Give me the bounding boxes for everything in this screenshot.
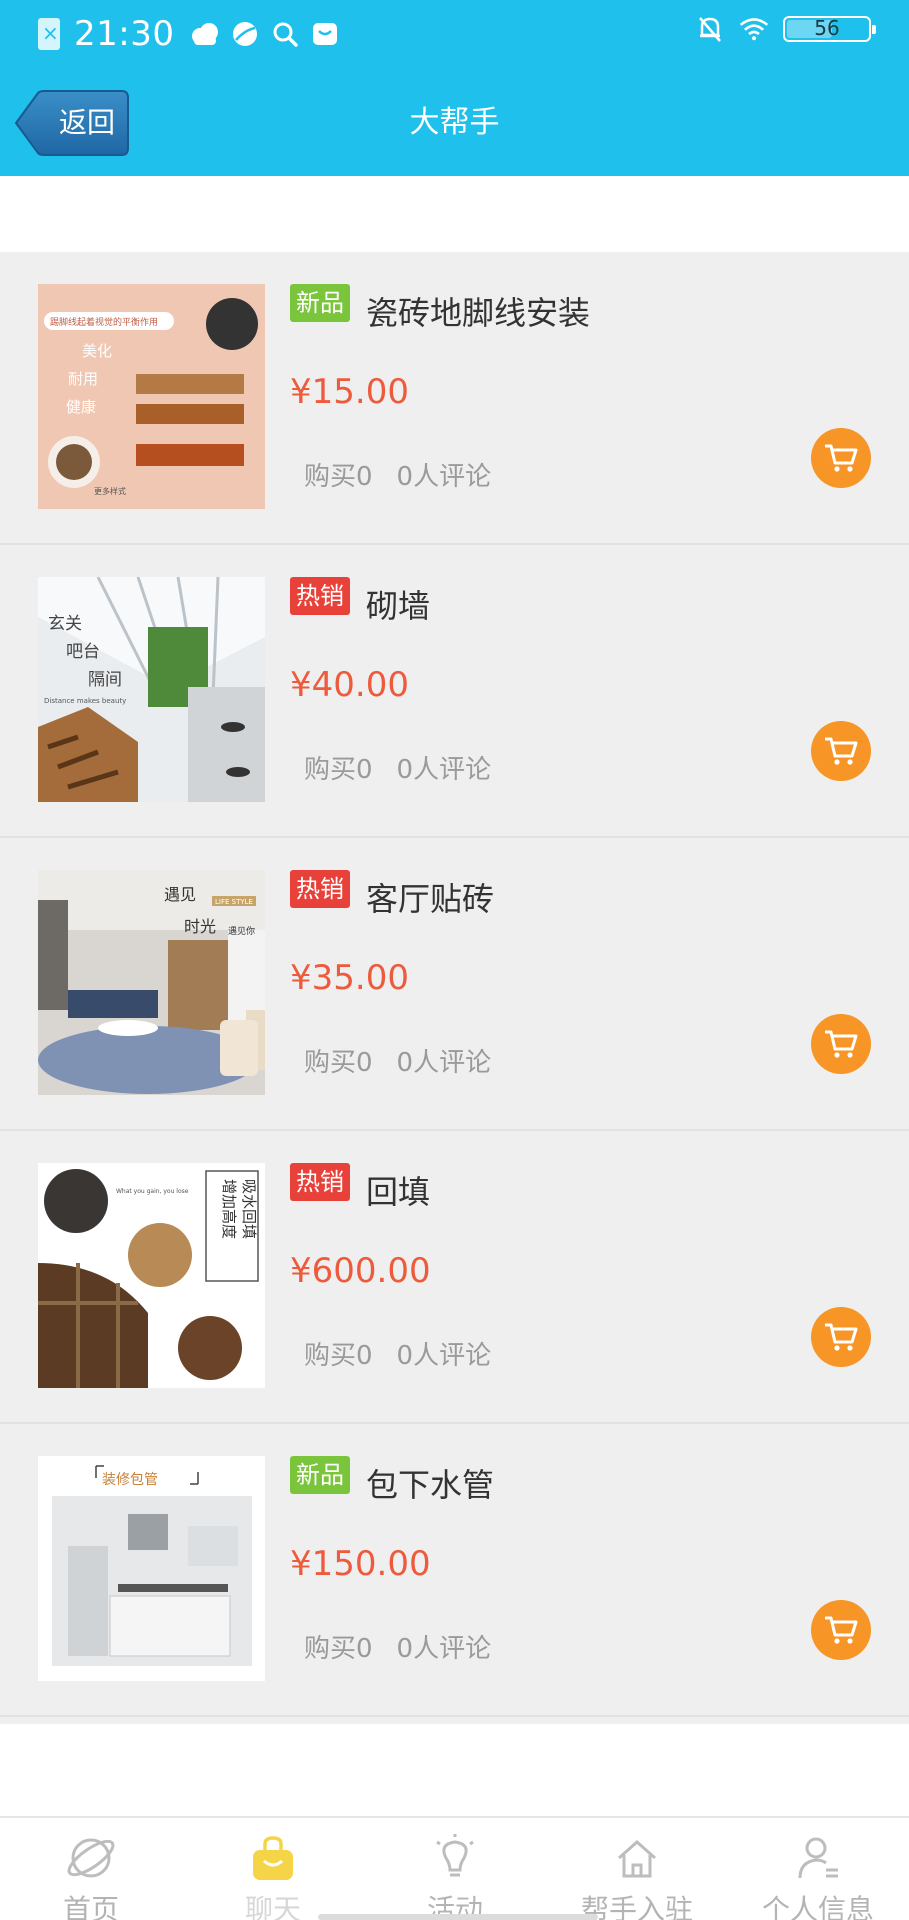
person-icon xyxy=(727,1832,909,1884)
cart-icon xyxy=(825,737,858,765)
product-name: 客厅贴砖 xyxy=(366,880,495,918)
product-tag: 热销 xyxy=(290,870,350,908)
bag-icon xyxy=(182,1832,364,1884)
search-icon xyxy=(270,19,300,49)
wifi-icon xyxy=(739,14,769,44)
product-price: ¥40.00 xyxy=(290,665,409,705)
image-text: Distance makes beauty xyxy=(44,697,126,705)
tab-profile[interactable]: 个人信息 xyxy=(727,1818,909,1920)
image-text: 遇见 xyxy=(164,885,196,904)
cart-icon xyxy=(825,1323,858,1351)
add-to-cart-button[interactable] xyxy=(811,428,871,488)
image-text: 装修包管 xyxy=(102,1472,158,1488)
product-image: What you gain, you lose 增加高度 吸水回填 xyxy=(38,1163,265,1388)
bought-count: 购买0 xyxy=(304,462,373,492)
battery-level: 56 xyxy=(814,16,840,40)
bought-count: 购买0 xyxy=(304,1048,373,1078)
page: 21:30 xyxy=(0,0,909,1920)
tab-label: 首页 xyxy=(62,1893,119,1920)
product-stats: 购买0 0人评论 xyxy=(304,1042,491,1079)
product-stats: 购买0 0人评论 xyxy=(304,456,491,493)
image-text: 玄关 xyxy=(48,614,82,634)
image-text: LIFE STYLE xyxy=(215,898,253,906)
product-name: 砌墙 xyxy=(366,587,431,625)
image-text: What you gain, you lose xyxy=(116,1188,189,1195)
image-text: 更多样式 xyxy=(94,486,126,496)
product-item[interactable]: 装修包管 新品 包下水管 ¥150.00 购买0 0人评论 xyxy=(0,1424,909,1717)
status-time: 21:30 xyxy=(74,14,175,54)
image-text: 增加高度 xyxy=(220,1179,238,1239)
product-image: 遇见 时光 遇见你 LIFE STYLE xyxy=(38,870,265,1095)
product-stats: 购买0 0人评论 xyxy=(304,1335,491,1372)
add-to-cart-button[interactable] xyxy=(811,1307,871,1367)
image-text: 美化 xyxy=(82,342,112,360)
status-left: 21:30 xyxy=(38,14,340,54)
leaf-icon xyxy=(230,19,260,49)
product-image: 踢脚线起着视觉的平衡作用 美化 耐用 健康 更多样式 xyxy=(38,284,265,509)
bought-count: 购买0 xyxy=(304,1634,373,1664)
home-indicator xyxy=(318,1914,598,1920)
product-tag: 热销 xyxy=(290,577,350,615)
cart-icon xyxy=(825,1616,858,1644)
tab-join-helper[interactable]: 帮手入驻 xyxy=(546,1818,728,1920)
product-stats: 购买0 0人评论 xyxy=(304,749,491,786)
cloud-icon xyxy=(190,19,220,49)
image-text: 健康 xyxy=(66,398,96,416)
review-count: 0人评论 xyxy=(396,462,492,492)
image-text: 时光 xyxy=(184,917,216,936)
product-stats: 购买0 0人评论 xyxy=(304,1628,491,1665)
house-icon xyxy=(546,1832,728,1884)
bought-count: 购买0 xyxy=(304,1341,373,1371)
product-name: 瓷砖地脚线安装 xyxy=(366,294,591,332)
product-tag: 新品 xyxy=(290,1456,350,1494)
product-item[interactable]: What you gain, you lose 增加高度 吸水回填 热销 回填 … xyxy=(0,1131,909,1424)
bought-count: 购买0 xyxy=(304,755,373,785)
cart-icon xyxy=(825,444,858,472)
lightbulb-icon xyxy=(364,1832,546,1884)
image-text: 耐用 xyxy=(68,370,98,388)
product-item[interactable]: 遇见 时光 遇见你 LIFE STYLE 热销 客厅贴砖 ¥35.00 购买0 0… xyxy=(0,838,909,1131)
product-image: 装修包管 xyxy=(38,1456,265,1681)
add-to-cart-button[interactable] xyxy=(811,721,871,781)
app-header: 21:30 xyxy=(0,0,909,176)
tab-chat[interactable]: 聊天 xyxy=(182,1818,364,1920)
sim-icon xyxy=(38,18,60,50)
add-to-cart-button[interactable] xyxy=(811,1014,871,1074)
product-image: 玄关 吧台 隔间 Distance makes beauty xyxy=(38,577,265,802)
cart-icon xyxy=(825,1030,858,1058)
product-item[interactable]: 踢脚线起着视觉的平衡作用 美化 耐用 健康 更多样式 新品 瓷砖地脚线安装 ¥1… xyxy=(0,252,909,545)
product-name: 包下水管 xyxy=(366,1466,495,1504)
add-to-cart-button[interactable] xyxy=(811,1600,871,1660)
planet-icon xyxy=(0,1832,182,1884)
product-name: 回填 xyxy=(366,1173,431,1211)
mute-bell-icon xyxy=(695,14,725,44)
image-text: 踢脚线起着视觉的平衡作用 xyxy=(50,316,158,328)
review-count: 0人评论 xyxy=(396,1341,492,1371)
bottom-tab-bar: 首页 聊天 活动 帮手入驻 个人信息 xyxy=(0,1816,909,1920)
product-price: ¥600.00 xyxy=(290,1251,431,1291)
product-tag: 新品 xyxy=(290,284,350,322)
page-title: 大帮手 xyxy=(409,105,500,140)
battery-icon: 56 xyxy=(783,16,876,42)
tab-home[interactable]: 首页 xyxy=(0,1818,182,1920)
nav-bar: 返回 大帮手 xyxy=(0,70,909,176)
image-text: 遇见你 xyxy=(228,925,255,937)
tab-label: 个人信息 xyxy=(761,1893,874,1920)
product-tag: 热销 xyxy=(290,1163,350,1201)
tab-activity[interactable]: 活动 xyxy=(364,1818,546,1920)
message-icon xyxy=(310,19,340,49)
product-list: 踢脚线起着视觉的平衡作用 美化 耐用 健康 更多样式 新品 瓷砖地脚线安装 ¥1… xyxy=(0,252,909,1724)
review-count: 0人评论 xyxy=(396,755,492,785)
status-right: 56 xyxy=(695,14,876,44)
product-price: ¥150.00 xyxy=(290,1544,431,1584)
product-item[interactable]: 玄关 吧台 隔间 Distance makes beauty 热销 砌墙 ¥40… xyxy=(0,545,909,838)
status-bar: 21:30 xyxy=(0,0,909,70)
review-count: 0人评论 xyxy=(396,1048,492,1078)
product-price: ¥15.00 xyxy=(290,372,409,412)
image-text: 吧台 xyxy=(66,642,100,662)
image-text: 隔间 xyxy=(88,670,122,690)
review-count: 0人评论 xyxy=(396,1634,492,1664)
product-price: ¥35.00 xyxy=(290,958,409,998)
image-text: 吸水回填 xyxy=(240,1179,258,1239)
